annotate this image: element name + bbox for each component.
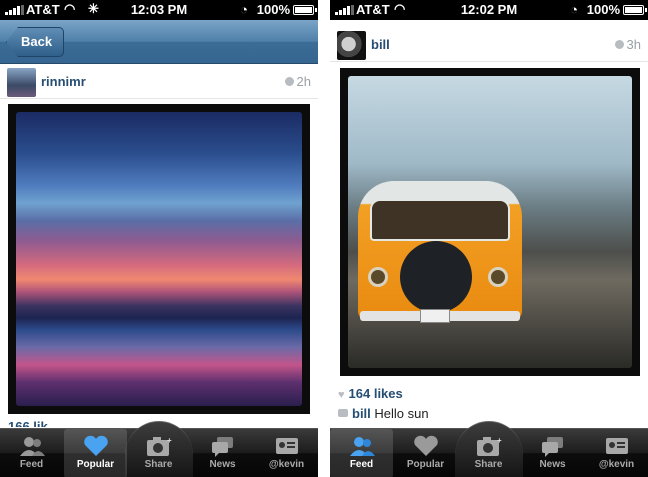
likes-row[interactable]: ♥ 164 likes [338,386,403,401]
right-phone-screen: AT&T ◠ 12:02 PM ◔ 100% bill 3h ♥ 164 like… [330,0,648,477]
camera-icon: + [476,436,502,456]
status-bar: AT&T ◠ 12:02 PM ◔ 100% [330,0,648,20]
battery-icon [293,5,317,15]
van-photo [348,76,632,368]
post-photo[interactable] [8,104,310,414]
comment-row: bill Hello sun [338,406,429,421]
tab-news[interactable]: News [521,429,584,477]
post-photo[interactable] [340,68,640,376]
avatar[interactable] [337,31,366,60]
tab-popular[interactable]: Popular [64,429,127,477]
profile-card-icon [275,438,298,454]
sunset-photo [16,112,302,406]
back-button[interactable]: Back [6,27,64,57]
post-header: bill 3h [330,28,648,62]
alarm-icon: ◔ [570,2,578,17]
comment-icon [338,409,348,417]
svg-text:+: + [497,436,502,445]
clock-icon [284,77,294,86]
tab-profile[interactable]: @kevin [585,429,648,477]
comment-username[interactable]: bill [352,406,371,421]
post-time: 2h [284,74,311,89]
news-bubbles-icon [211,437,233,457]
tab-feed[interactable]: Feed [0,429,63,477]
comment-text: Hello sun [374,406,429,421]
people-icon [19,437,45,456]
post-username[interactable]: rinnimr [41,74,86,89]
battery-percent: 100% [586,2,620,17]
navigation-bar: Back [0,20,318,64]
post-time: 3h [614,37,641,52]
tab-bar: Feed Popular + Share News @kevin [330,421,648,477]
tab-share[interactable]: + Share [457,429,520,477]
heart-icon: ♥ [338,389,345,401]
tab-profile[interactable]: @kevin [255,429,318,477]
people-icon [349,437,375,456]
left-phone-screen: AT&T ◠ ✳ 12:03 PM ◔ 100% Back rinnimr 2h… [0,0,318,477]
tab-news[interactable]: News [191,429,254,477]
tab-bar: Feed Popular + Share News @kevin [0,421,318,477]
svg-text:+: + [167,436,172,445]
battery-percent: 100% [256,2,290,17]
tab-share[interactable]: + Share [127,429,190,477]
clock-icon [614,40,624,49]
avatar[interactable] [7,68,36,97]
status-bar: AT&T ◠ ✳ 12:03 PM ◔ 100% [0,0,318,20]
news-bubbles-icon [541,437,563,457]
heart-icon [413,435,438,456]
orange-van-illustration [358,171,522,339]
post-header: rinnimr 2h [0,65,318,99]
heart-icon [83,435,108,456]
battery-icon [623,5,647,15]
camera-icon: + [146,436,172,456]
tab-feed[interactable]: Feed [330,429,393,477]
likes-count-partial: 166 lik [8,419,48,427]
profile-card-icon [605,438,628,454]
alarm-icon: ◔ [240,2,248,17]
post-username[interactable]: bill [371,37,390,52]
tab-popular[interactable]: Popular [394,429,457,477]
